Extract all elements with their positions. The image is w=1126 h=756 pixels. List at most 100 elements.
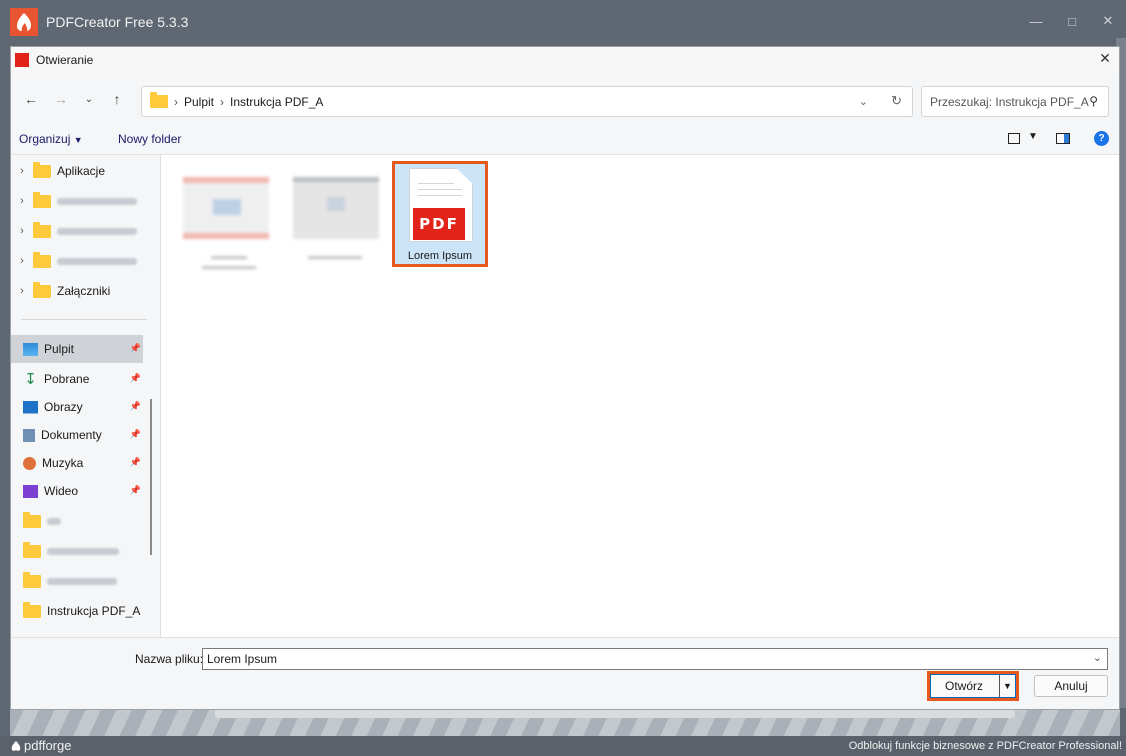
dropdown-arrow-icon: ▼ bbox=[73, 135, 83, 145]
sidebar-item-obrazy[interactable]: Obrazy 📌 bbox=[11, 393, 143, 421]
address-bar[interactable]: › Pulpit › Instrukcja PDF_A ⌄ ↻ bbox=[141, 86, 913, 117]
breadcrumb-instrukcja[interactable]: Instrukcja PDF_A bbox=[230, 95, 323, 109]
pdf-badge-icon: PDF bbox=[413, 208, 465, 240]
music-icon bbox=[23, 456, 36, 470]
cancel-button[interactable]: Anuluj bbox=[1034, 675, 1108, 697]
organize-menu-button[interactable]: Organizuj ▼ bbox=[19, 132, 83, 146]
file-thumbnail bbox=[183, 177, 269, 239]
dialog-close-icon[interactable]: ✕ bbox=[1095, 50, 1115, 70]
breadcrumb-separator: › bbox=[220, 94, 225, 109]
help-icon[interactable]: ? bbox=[1094, 131, 1109, 146]
pdfcreator-small-icon bbox=[15, 53, 29, 67]
sidebar-item-redacted[interactable]: › bbox=[11, 217, 151, 245]
sidebar-item-pulpit[interactable]: Pulpit 📌 bbox=[11, 335, 143, 363]
pin-icon[interactable]: 📌 bbox=[130, 485, 141, 496]
sidebar-item-redacted[interactable] bbox=[11, 567, 143, 595]
sidebar-item-pobrane[interactable]: ↧ Pobrane 📌 bbox=[11, 365, 143, 393]
expand-chevron-icon[interactable]: › bbox=[11, 165, 33, 177]
sidebar-item-dokumenty[interactable]: Dokumenty 📌 bbox=[11, 421, 143, 449]
organize-label: Organizuj bbox=[19, 132, 71, 146]
maximize-icon[interactable]: □ bbox=[1054, 6, 1090, 36]
redacted-file-label: ▬▬▬▬ ▬▬▬▬▬▬ bbox=[202, 251, 256, 271]
folder-icon bbox=[150, 92, 168, 108]
close-icon[interactable]: ✕ bbox=[1090, 6, 1126, 36]
sidebar-item-redacted[interactable] bbox=[11, 507, 143, 535]
sidebar-item-aplikacje[interactable]: › Aplikacje bbox=[11, 157, 151, 185]
app-titlebar: PDFCreator Free 5.3.3 — □ ✕ bbox=[6, 6, 1126, 38]
folder-icon bbox=[33, 221, 51, 238]
dialog-footer: Nazwa pliku: Lorem Ipsum ⌄ Otwórz ▼ Anul… bbox=[11, 637, 1119, 709]
pin-icon[interactable]: 📌 bbox=[130, 429, 141, 440]
minimize-icon[interactable]: — bbox=[1018, 6, 1054, 36]
promo-link[interactable]: Odblokuj funkcje biznesowe z PDFCreator … bbox=[849, 740, 1122, 752]
file-name-label: Lorem Ipsum bbox=[407, 250, 473, 262]
desktop-icon bbox=[23, 342, 38, 356]
filename-label: Nazwa pliku: bbox=[135, 652, 204, 666]
filename-dropdown-icon[interactable]: ⌄ bbox=[1093, 651, 1102, 664]
filename-input[interactable]: Lorem Ipsum ⌄ bbox=[202, 648, 1108, 670]
open-file-dialog: Otwieranie ✕ ← → ⌄ ↑ › Pulpit › Instrukc… bbox=[10, 46, 1120, 710]
file-list: ▬▬▬▬ ▬▬▬▬▬▬ ▬▬▬▬▬▬ PDF Lorem Ipsum bbox=[161, 155, 1119, 637]
sidebar-item-zalaczniki[interactable]: › Załączniki bbox=[11, 277, 151, 305]
file-item-lorem-ipsum[interactable]: PDF Lorem Ipsum bbox=[392, 161, 488, 267]
folder-icon bbox=[33, 281, 51, 298]
back-arrow-icon[interactable]: ← bbox=[19, 87, 43, 111]
pin-icon[interactable]: 📌 bbox=[130, 373, 141, 384]
dialog-title: Otwieranie bbox=[36, 53, 94, 67]
sidebar-item-wideo[interactable]: Wideo 📌 bbox=[11, 477, 143, 505]
filename-value: Lorem Ipsum bbox=[207, 652, 278, 666]
pin-icon[interactable]: 📌 bbox=[130, 457, 141, 468]
search-input[interactable]: Przeszukaj: Instrukcja PDF_A ⚲ bbox=[921, 86, 1109, 117]
sidebar-item-label: Pobrane bbox=[44, 372, 90, 386]
open-button[interactable]: Otwórz ▼ bbox=[930, 674, 1016, 698]
pdfforge-brand[interactable]: pdfforge bbox=[10, 738, 71, 753]
redacted-label bbox=[57, 257, 137, 265]
new-folder-button[interactable]: Nowy folder bbox=[118, 132, 181, 146]
sidebar-item-label: Aplikacje bbox=[57, 164, 106, 178]
open-split-dropdown-icon[interactable]: ▼ bbox=[999, 675, 1015, 697]
sidebar-item-redacted[interactable]: › bbox=[11, 187, 151, 215]
up-arrow-icon[interactable]: ↑ bbox=[105, 87, 129, 111]
brand-text: pdfforge bbox=[24, 738, 72, 753]
expand-chevron-icon[interactable]: › bbox=[11, 195, 33, 207]
navigation-pane: › Aplikacje › › › › Załączniki Pulpit 📌 … bbox=[11, 155, 161, 637]
expand-chevron-icon[interactable]: › bbox=[11, 255, 33, 267]
recent-locations-chevron-icon[interactable]: ⌄ bbox=[77, 87, 101, 111]
pin-icon[interactable]: 📌 bbox=[130, 343, 141, 354]
sidebar-item-instrukcja[interactable]: Instrukcja PDF_A bbox=[11, 597, 160, 625]
folder-icon bbox=[23, 601, 41, 618]
file-item-redacted[interactable]: ▬▬▬▬▬▬ bbox=[285, 155, 385, 285]
open-button-label: Otwórz bbox=[945, 679, 984, 693]
address-dropdown-icon[interactable]: ⌄ bbox=[859, 95, 868, 108]
pdfcreator-logo-icon bbox=[10, 8, 38, 36]
sidebar-item-label: Instrukcja PDF_A bbox=[47, 604, 141, 618]
pdfforge-logo-icon bbox=[11, 740, 21, 751]
preview-pane-icon[interactable] bbox=[1056, 133, 1070, 144]
breadcrumb-pulpit[interactable]: Pulpit bbox=[184, 95, 214, 109]
redacted-file-label: ▬▬▬▬▬▬ bbox=[308, 251, 362, 261]
search-icon: ⚲ bbox=[1089, 94, 1098, 108]
video-icon bbox=[23, 484, 38, 498]
forward-arrow-icon[interactable]: → bbox=[49, 87, 73, 111]
redacted-label bbox=[47, 517, 61, 525]
search-placeholder: Przeszukaj: Instrukcja PDF_A bbox=[930, 94, 1089, 109]
sidebar-item-redacted[interactable]: › bbox=[11, 247, 151, 275]
sidebar-item-label: Pulpit bbox=[44, 342, 75, 356]
dialog-titlebar: Otwieranie ✕ bbox=[11, 47, 1119, 73]
sidebar-scrollbar[interactable] bbox=[150, 399, 152, 555]
view-mode-icon[interactable] bbox=[1008, 133, 1020, 144]
folder-icon bbox=[33, 191, 51, 208]
sidebar-item-label: Dokumenty bbox=[41, 428, 102, 442]
sidebar-item-muzyka[interactable]: Muzyka 📌 bbox=[11, 449, 143, 477]
sidebar-item-label: Muzyka bbox=[42, 456, 84, 470]
pin-icon[interactable]: 📌 bbox=[130, 401, 141, 412]
refresh-icon[interactable]: ↻ bbox=[891, 93, 902, 109]
sidebar-item-label: Obrazy bbox=[44, 400, 83, 414]
folder-icon bbox=[23, 511, 41, 528]
redacted-label bbox=[57, 227, 137, 235]
view-dropdown-icon[interactable]: ▼ bbox=[1028, 131, 1038, 142]
expand-chevron-icon[interactable]: › bbox=[11, 285, 33, 297]
expand-chevron-icon[interactable]: › bbox=[11, 225, 33, 237]
file-item-redacted[interactable]: ▬▬▬▬ ▬▬▬▬▬▬ bbox=[179, 155, 279, 285]
sidebar-item-redacted[interactable] bbox=[11, 537, 143, 565]
